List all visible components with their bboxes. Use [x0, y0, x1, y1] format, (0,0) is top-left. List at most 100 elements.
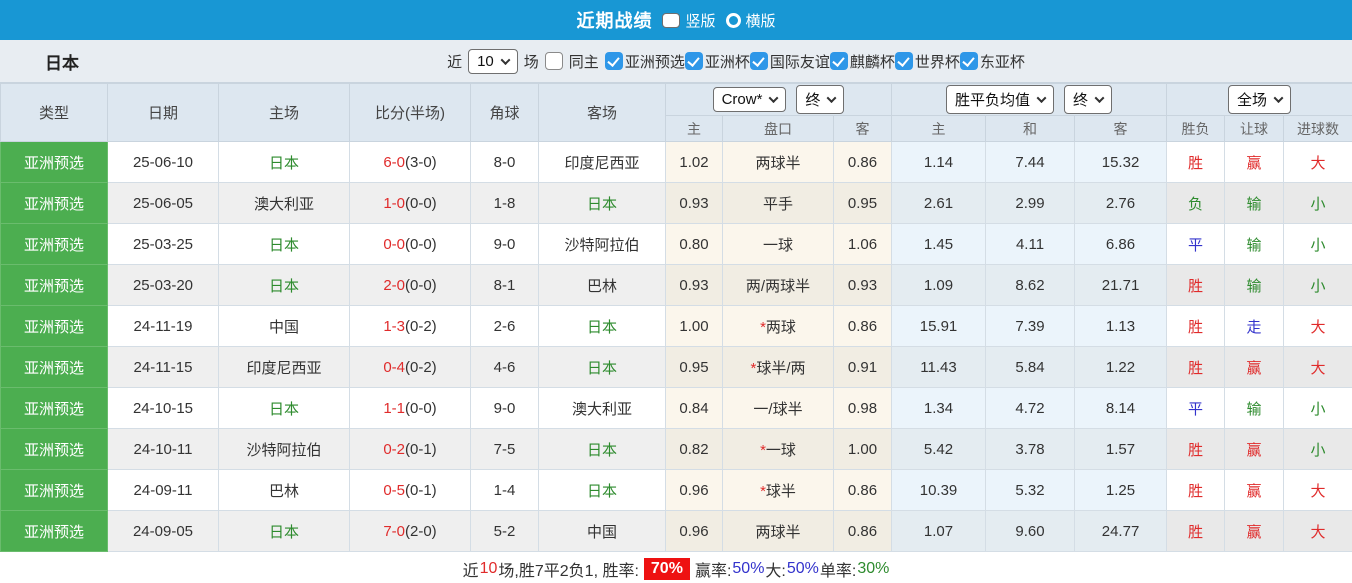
score-cell: 1-1(0-0): [350, 388, 471, 429]
result-cell: 胜: [1167, 347, 1225, 388]
bookmaker-select[interactable]: Crow*: [713, 87, 787, 112]
competition-label: 亚洲预选: [625, 51, 685, 72]
competition-checkbox[interactable]: [895, 52, 913, 70]
goals-result-cell: 大: [1284, 511, 1352, 552]
competition-checkbox[interactable]: [605, 52, 623, 70]
score-cell: 2-0(0-0): [350, 265, 471, 306]
away-team-cell: 中国: [539, 511, 666, 552]
goals-result-cell: 小: [1284, 388, 1352, 429]
radio-unselected-icon[interactable]: [726, 13, 741, 28]
recent-count-select[interactable]: 10: [468, 49, 518, 74]
match-type-cell: 亚洲预选: [1, 142, 108, 183]
match-type-cell: 亚洲预选: [1, 224, 108, 265]
home-team-cell: 沙特阿拉伯: [219, 429, 350, 470]
avg-win-odds-cell: 1.34: [892, 388, 986, 429]
fulltime-score: 1-0: [383, 195, 405, 212]
avg-draw-odds-cell: 5.84: [986, 347, 1075, 388]
col-header-score: 比分(半场): [350, 84, 471, 142]
away-team-cell: 日本: [539, 470, 666, 511]
summary-segment: 场,胜7平2负1, 胜率:: [498, 557, 638, 581]
avg-win-odds-cell: 1.45: [892, 224, 986, 265]
competition-filter-item: 国际友谊: [750, 51, 830, 72]
away-team-cell: 日本: [539, 347, 666, 388]
same-home-label: 同主: [569, 51, 599, 72]
fulltime-score: 0-0: [383, 236, 405, 253]
goals-result-cell: 小: [1284, 429, 1352, 470]
corner-cell: 7-5: [471, 429, 539, 470]
corner-cell: 8-1: [471, 265, 539, 306]
scope-select[interactable]: 全场: [1228, 85, 1291, 114]
goals-result-cell: 大: [1284, 306, 1352, 347]
col-header-away: 客场: [539, 84, 666, 142]
avg-lose-odds-cell: 6.86: [1075, 224, 1167, 265]
avg-lose-odds-cell: 1.57: [1075, 429, 1167, 470]
summary-segment: 10: [480, 560, 498, 578]
handicap-line-cell: 一/球半: [723, 388, 834, 429]
handicap-home-odds-cell: 0.93: [666, 183, 723, 224]
competition-checkbox[interactable]: [685, 52, 703, 70]
handicap-result-cell: 输: [1225, 183, 1284, 224]
layout-radio-vertical[interactable]: 竖版: [662, 10, 715, 31]
avg-draw-odds-cell: 5.32: [986, 470, 1075, 511]
away-team-cell: 澳大利亚: [539, 388, 666, 429]
handicap-home-odds-cell: 0.96: [666, 470, 723, 511]
competition-checkbox[interactable]: [960, 52, 978, 70]
result-cell: 平: [1167, 224, 1225, 265]
handicap-home-odds-cell: 0.80: [666, 224, 723, 265]
match-date-cell: 24-09-05: [108, 511, 219, 552]
avg-draw-odds-cell: 4.72: [986, 388, 1075, 429]
fulltime-score: 0-5: [383, 482, 405, 499]
sub-header-handicap: 盘口: [723, 116, 834, 142]
avg-state-select[interactable]: 终: [1064, 85, 1112, 114]
corner-cell: 9-0: [471, 388, 539, 429]
sub-header-avg-away: 客: [1075, 116, 1167, 142]
goals-result-cell: 小: [1284, 265, 1352, 306]
handicap-home-odds-cell: 0.93: [666, 265, 723, 306]
fulltime-score: 6-0: [383, 154, 405, 171]
corner-cell: 2-6: [471, 306, 539, 347]
competition-checkbox[interactable]: [830, 52, 848, 70]
handicap-line-cell: 两/两球半: [723, 265, 834, 306]
same-home-checkbox[interactable]: [545, 52, 563, 70]
competition-filter-item: 亚洲预选: [605, 51, 685, 72]
fulltime-score: 2-0: [383, 277, 405, 294]
competition-filter-item: 亚洲杯: [685, 51, 750, 72]
summary-segment: 近: [463, 557, 479, 581]
away-team-cell: 日本: [539, 306, 666, 347]
chevron-down-icon: [500, 55, 510, 65]
sub-header-handicap-result: 让球: [1225, 116, 1284, 142]
avg-lose-odds-cell: 8.14: [1075, 388, 1167, 429]
col-header-home: 主场: [219, 84, 350, 142]
halftime-score: (2-0): [405, 523, 437, 540]
filter-bar: 日本 近 10 场 同主 亚洲预选 亚洲杯 国际友谊 麒麟杯 世界杯 东亚杯: [0, 40, 1352, 83]
avg-win-odds-cell: 1.09: [892, 265, 986, 306]
avg-draw-odds-cell: 4.11: [986, 224, 1075, 265]
handicap-line: 球半: [766, 483, 796, 500]
avg-win-odds-cell: 11.43: [892, 347, 986, 388]
competition-checkbox[interactable]: [750, 52, 768, 70]
avg-win-odds-cell: 1.07: [892, 511, 986, 552]
handicap-line-cell: 平手: [723, 183, 834, 224]
sub-header-goals: 进球数: [1284, 116, 1352, 142]
radio-vertical-label[interactable]: 竖版: [685, 10, 715, 31]
goals-result-cell: 大: [1284, 470, 1352, 511]
avg-select[interactable]: 胜平负均值: [946, 85, 1054, 114]
match-date-cell: 24-10-11: [108, 429, 219, 470]
away-team-cell: 印度尼西亚: [539, 142, 666, 183]
bookmaker-state-select[interactable]: 终: [796, 85, 844, 114]
radio-horizontal-label[interactable]: 横版: [746, 10, 776, 31]
avg-state-value: 终: [1073, 89, 1088, 110]
radio-selected-icon[interactable]: [662, 13, 680, 28]
handicap-result-cell: 赢: [1225, 511, 1284, 552]
result-cell: 胜: [1167, 306, 1225, 347]
team-name: 日本: [45, 49, 79, 74]
corner-cell: 8-0: [471, 142, 539, 183]
handicap-home-odds-cell: 0.95: [666, 347, 723, 388]
sub-header-handicap-home: 主: [666, 116, 723, 142]
handicap-result-cell: 赢: [1225, 142, 1284, 183]
fulltime-score: 0-4: [383, 359, 405, 376]
goals-result-cell: 大: [1284, 347, 1352, 388]
handicap-away-odds-cell: 0.86: [834, 142, 892, 183]
layout-radio-horizontal[interactable]: 横版: [726, 10, 776, 31]
handicap-away-odds-cell: 0.86: [834, 470, 892, 511]
